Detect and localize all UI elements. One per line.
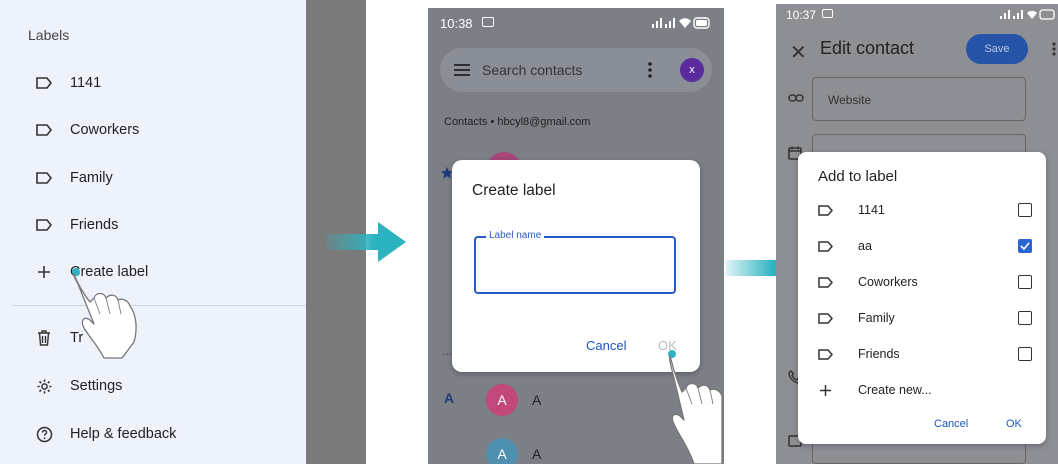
status-time: 10:38 xyxy=(440,16,473,31)
ok-button[interactable]: OK xyxy=(1006,418,1022,430)
label-option-aa[interactable]: aa xyxy=(816,236,1032,256)
checkbox-checked[interactable] xyxy=(1018,239,1032,253)
help-icon xyxy=(34,424,54,444)
website-input[interactable]: Website xyxy=(828,93,871,107)
plus-icon xyxy=(34,262,54,282)
account-avatar[interactable]: x xyxy=(680,58,704,82)
ellipsis: ... xyxy=(442,344,453,358)
drawer-item-label-1141[interactable]: 1141 xyxy=(34,71,101,95)
close-icon[interactable]: ✕ xyxy=(790,40,807,65)
label-icon xyxy=(34,120,54,140)
notification-icon xyxy=(822,9,833,18)
gear-icon xyxy=(34,376,54,396)
label-option-coworkers[interactable]: Coworkers xyxy=(816,272,1032,292)
contact-avatar[interactable]: A xyxy=(486,384,518,416)
contact-avatar[interactable]: A xyxy=(486,438,518,464)
create-new-label-button[interactable]: Create new... xyxy=(816,380,1032,400)
label-option-text: 1141 xyxy=(858,203,885,217)
contact-name[interactable]: A xyxy=(532,392,541,408)
dialog-title: Create label xyxy=(472,182,556,199)
contact-name[interactable]: A xyxy=(532,446,541,462)
label-icon xyxy=(816,273,834,291)
label-icon xyxy=(816,237,834,255)
label-name-input[interactable] xyxy=(474,236,676,294)
cancel-button[interactable]: Cancel xyxy=(586,338,626,353)
status-time: 10:37 xyxy=(786,8,817,22)
page-title: Edit contact xyxy=(820,38,915,58)
arrow-right-icon xyxy=(326,218,408,262)
trash-icon xyxy=(34,328,54,348)
checkbox[interactable] xyxy=(1018,275,1032,289)
label-icon xyxy=(34,215,54,235)
drawer-item-label: Family xyxy=(70,170,113,186)
tap-hand-illustration xyxy=(664,348,724,464)
label-option-text: Friends xyxy=(858,347,900,361)
date-field[interactable] xyxy=(812,134,1026,154)
label-option-text: Family xyxy=(858,311,895,325)
panel-labels-drawer: Labels 1141 Coworkers Family Friends Cre… xyxy=(0,0,366,464)
label-option-text: aa xyxy=(858,239,872,253)
label-option-family[interactable]: Family xyxy=(816,308,1032,328)
label-option-friends[interactable]: Friends xyxy=(816,344,1032,364)
drawer-divider xyxy=(12,305,306,306)
plus-icon xyxy=(816,381,834,399)
panel-add-to-label-dialog: 10:37 ✕ Edit contact Save Website Add to… xyxy=(776,4,1058,464)
tap-hand-illustration xyxy=(64,262,150,362)
drawer-item-label-family[interactable]: Family xyxy=(34,166,113,190)
label-icon xyxy=(34,168,54,188)
save-button[interactable]: Save xyxy=(966,34,1028,64)
create-new-text: Create new... xyxy=(858,383,932,397)
checkbox[interactable] xyxy=(1018,347,1032,361)
help-label: Help & feedback xyxy=(70,426,177,442)
status-icons xyxy=(998,8,1056,26)
add-to-label-dialog: Add to label 1141 aa Coworkers Family Fr… xyxy=(798,152,1046,444)
search-input[interactable]: Search contacts xyxy=(482,62,582,78)
account-label: Contacts • hbcyl8@gmail.com xyxy=(444,116,591,128)
create-label-dialog: Create label Label name Cancel OK xyxy=(452,160,700,372)
drawer-item-label-coworkers[interactable]: Coworkers xyxy=(34,118,139,142)
menu-icon[interactable] xyxy=(454,63,470,81)
notification-icon xyxy=(482,17,494,27)
dialog-title: Add to label xyxy=(818,168,898,185)
label-name-field-label: Label name xyxy=(486,230,545,241)
drawer-item-label-friends[interactable]: Friends xyxy=(34,213,118,237)
settings-label: Settings xyxy=(70,378,123,394)
drawer-item-label: Friends xyxy=(70,217,119,233)
drawer-item-settings[interactable]: Settings xyxy=(34,374,122,398)
panel-create-label-dialog: 10:38 Search contacts x Contacts • hbcyl… xyxy=(428,8,724,464)
checkbox[interactable] xyxy=(1018,203,1032,217)
checkbox[interactable] xyxy=(1018,311,1032,325)
drawer-item-help[interactable]: Help & feedback xyxy=(34,422,176,446)
status-icons xyxy=(650,16,712,35)
drawer-item-label: 1141 xyxy=(70,75,102,91)
label-icon xyxy=(816,201,834,219)
section-letter: A xyxy=(444,390,455,406)
cancel-button[interactable]: Cancel xyxy=(934,418,968,430)
label-icon xyxy=(816,309,834,327)
label-option-1141[interactable]: 1141 xyxy=(816,200,1032,220)
more-vert-icon[interactable] xyxy=(1052,42,1056,61)
label-icon xyxy=(34,73,54,93)
label-icon xyxy=(816,345,834,363)
link-icon xyxy=(788,90,804,108)
labels-heading: Labels xyxy=(28,27,70,43)
more-vert-icon[interactable] xyxy=(648,62,652,83)
label-option-text: Coworkers xyxy=(858,275,918,289)
drawer-item-label: Coworkers xyxy=(70,122,140,138)
